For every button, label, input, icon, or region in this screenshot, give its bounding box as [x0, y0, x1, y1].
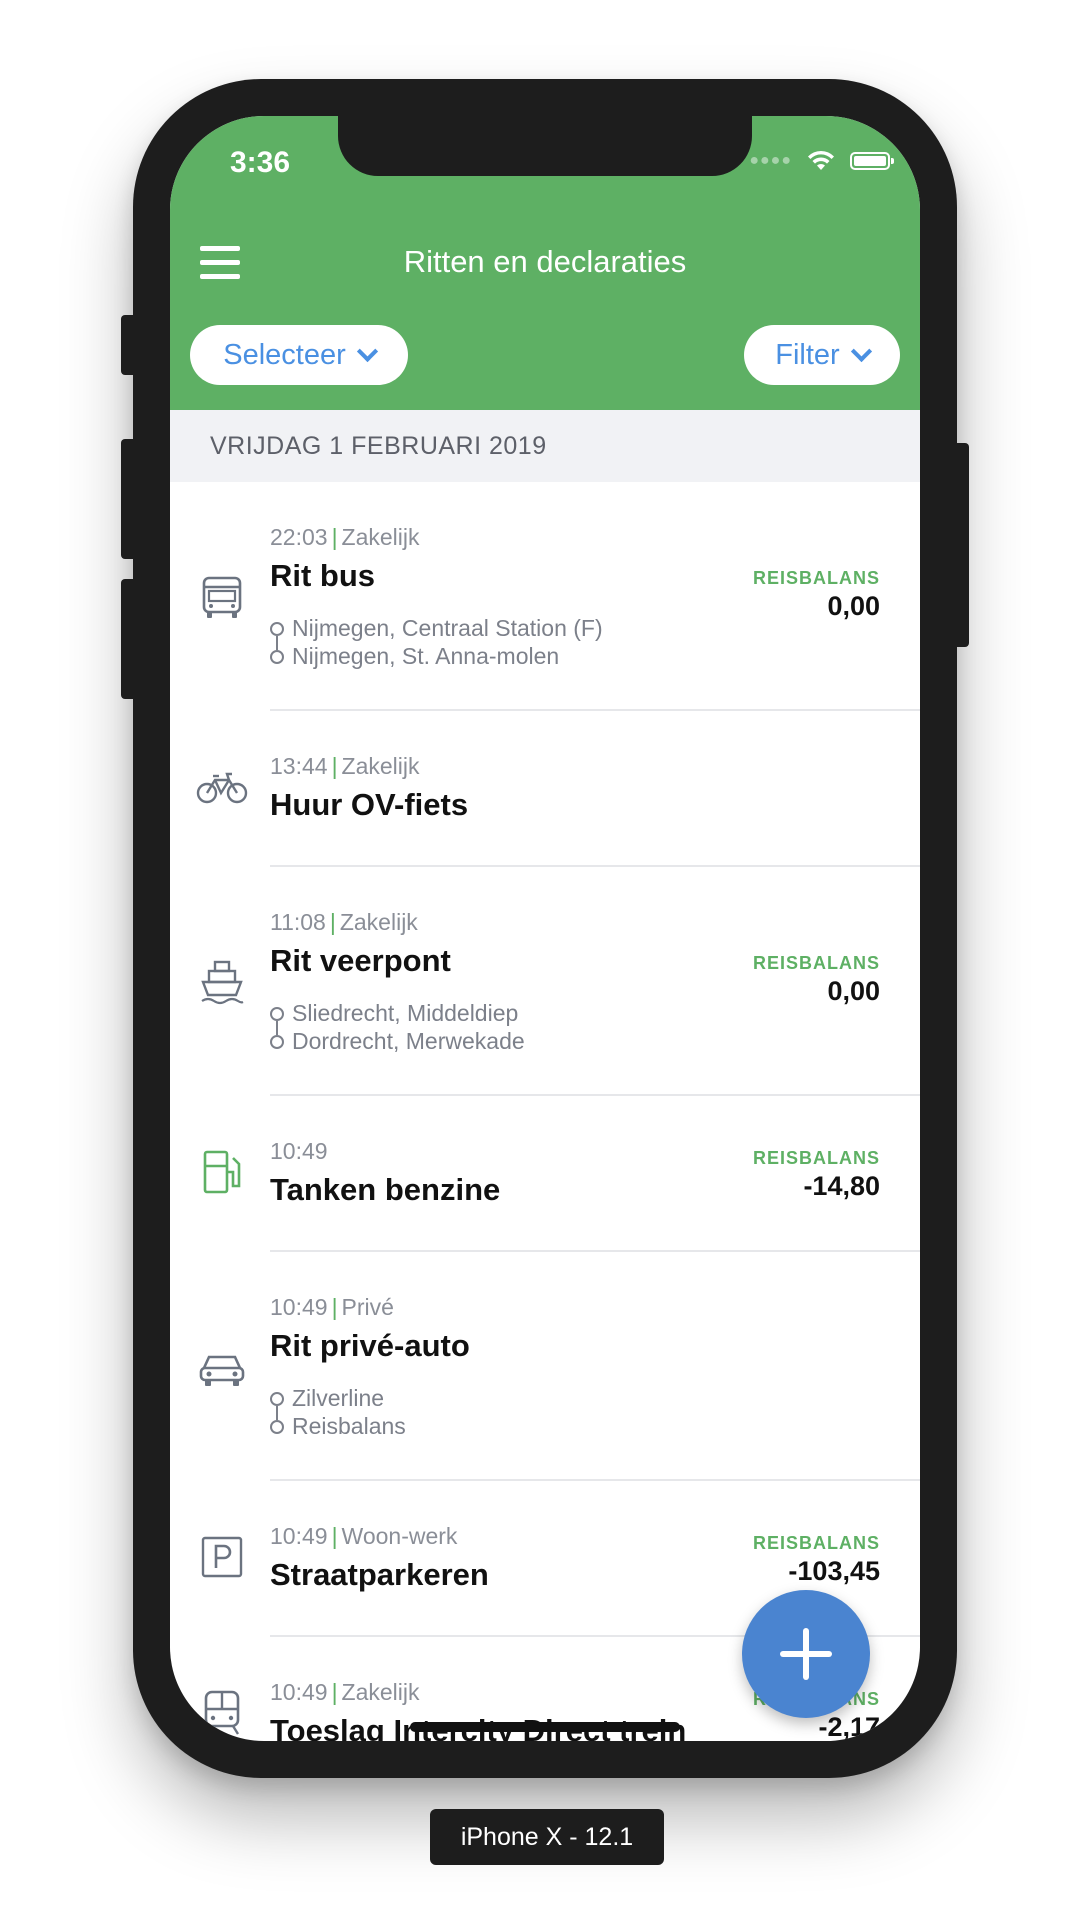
- item-meta: 10:49 | Woon-werk: [270, 1523, 458, 1549]
- home-indicator[interactable]: [410, 1722, 680, 1732]
- bicycle-icon: [196, 772, 248, 804]
- parking-icon: [201, 1536, 243, 1578]
- status-time: 3:36: [230, 146, 291, 179]
- list-item[interactable]: 10:49 | Privé Rit privé-auto Zilverline Re…: [170, 1252, 920, 1481]
- item-category: Privé: [341, 1294, 394, 1320]
- route-to: Dordrecht, Merwekade: [270, 1027, 525, 1055]
- volume-down-button: [121, 579, 135, 699]
- item-category: Zakelijk: [339, 909, 418, 935]
- item-category: Zakelijk: [341, 753, 420, 779]
- mute-switch: [121, 315, 135, 375]
- item-title: Huur OV-fiets: [270, 787, 469, 822]
- route-from: Zilverline: [270, 1384, 406, 1420]
- item-route: Zilverline Reisbalans: [270, 1384, 406, 1440]
- chevron-down-icon: [850, 340, 872, 362]
- status-indicators: ●●●●: [749, 146, 894, 176]
- item-balance: REISBALANS 0,00: [753, 568, 880, 622]
- item-meta: 10:49 | Privé: [270, 1294, 394, 1320]
- item-title: Rit bus: [270, 558, 376, 593]
- route-from: Sliedrecht, Middeldiep: [270, 999, 525, 1035]
- item-time: 22:03: [270, 524, 328, 550]
- item-balance: REISBALANS 0,00: [753, 953, 880, 1007]
- add-button[interactable]: [742, 1590, 870, 1718]
- item-title: Rit veerpont: [270, 943, 451, 978]
- item-time: 10:49: [270, 1679, 328, 1705]
- select-button-label: Selecteer: [223, 338, 346, 371]
- item-time: 10:49: [270, 1294, 328, 1320]
- item-meta: 10:49: [270, 1138, 328, 1165]
- cellular-signal-icon: ●●●●: [749, 152, 792, 169]
- balance-label: REISBALANS: [752, 568, 880, 588]
- route-to: Reisbalans: [270, 1412, 406, 1440]
- item-category: Woon-werk: [341, 1523, 458, 1549]
- item-meta: 10:49 | Zakelijk: [270, 1679, 420, 1705]
- filter-button-label: Filter: [775, 338, 840, 371]
- item-meta: 13:44 | Zakelijk: [270, 753, 420, 779]
- ferry-icon: [201, 960, 244, 1005]
- balance-label: REISBALANS: [752, 1533, 880, 1553]
- balance-amount: 0,00: [827, 976, 880, 1006]
- phone-screen: 3:36 ●●●● Ritten en declaraties Selectee…: [170, 116, 920, 1741]
- device-label: iPhone X - 12.1: [430, 1809, 664, 1865]
- trips-list[interactable]: 22:03 | Zakelijk Rit bus Nijmegen, Centraa…: [170, 482, 920, 1741]
- power-button: [955, 443, 969, 647]
- device-notch: [338, 116, 752, 176]
- item-title: Rit privé-auto: [270, 1328, 470, 1363]
- balance-label: REISBALANS: [752, 953, 880, 973]
- date-section-header: VRIJDAG 1 FEBRUARI 2019: [170, 410, 920, 482]
- fuel-pump-icon: [203, 1150, 241, 1194]
- item-category: Zakelijk: [341, 1679, 420, 1705]
- item-title: Straatparkeren: [270, 1557, 489, 1592]
- item-title: Tanken benzine: [270, 1172, 501, 1207]
- balance-label: REISBALANS: [752, 1148, 880, 1168]
- item-balance: REISBALANS -103,45: [753, 1533, 880, 1587]
- bus-icon: [202, 576, 242, 618]
- item-category: Zakelijk: [341, 524, 420, 550]
- select-button[interactable]: Selecteer: [190, 325, 408, 385]
- car-icon: [199, 1355, 245, 1386]
- wifi-icon: [808, 150, 834, 170]
- item-meta: 11:08 | Zakelijk: [270, 909, 418, 935]
- list-item[interactable]: 11:08 | Zakelijk Rit veerpont Sliedrecht, …: [170, 867, 920, 1096]
- train-icon: [204, 1690, 240, 1735]
- item-time: 11:08: [270, 909, 326, 935]
- item-time: 10:49: [270, 1138, 328, 1164]
- list-item[interactable]: 22:03 | Zakelijk Rit bus Nijmegen, Centraa…: [170, 482, 920, 711]
- item-route: Nijmegen, Centraal Station (F) Nijmegen,…: [270, 614, 603, 670]
- battery-icon: [850, 152, 894, 170]
- list-item[interactable]: 10:49 Tanken benzine REISBALANS -14,80: [170, 1096, 920, 1252]
- page-title: Ritten en declaraties: [403, 244, 687, 279]
- list-item[interactable]: 13:44 | Zakelijk Huur OV-fiets: [170, 711, 920, 867]
- item-route: Sliedrecht, Middeldiep Dordrecht, Merwek…: [270, 999, 525, 1055]
- route-to: Nijmegen, St. Anna-molen: [270, 642, 603, 670]
- chevron-down-icon: [356, 340, 378, 362]
- item-time: 13:44: [270, 753, 328, 779]
- item-meta: 22:03 | Zakelijk: [270, 524, 420, 550]
- balance-amount: -103,45: [788, 1556, 880, 1586]
- balance-amount: 0,00: [827, 591, 880, 621]
- route-from: Nijmegen, Centraal Station (F): [270, 614, 603, 650]
- item-time: 10:49: [270, 1523, 328, 1549]
- volume-up-button: [121, 439, 135, 559]
- balance-amount: -14,80: [803, 1171, 880, 1201]
- filter-button[interactable]: Filter: [744, 325, 900, 385]
- item-balance: REISBALANS -14,80: [753, 1148, 880, 1202]
